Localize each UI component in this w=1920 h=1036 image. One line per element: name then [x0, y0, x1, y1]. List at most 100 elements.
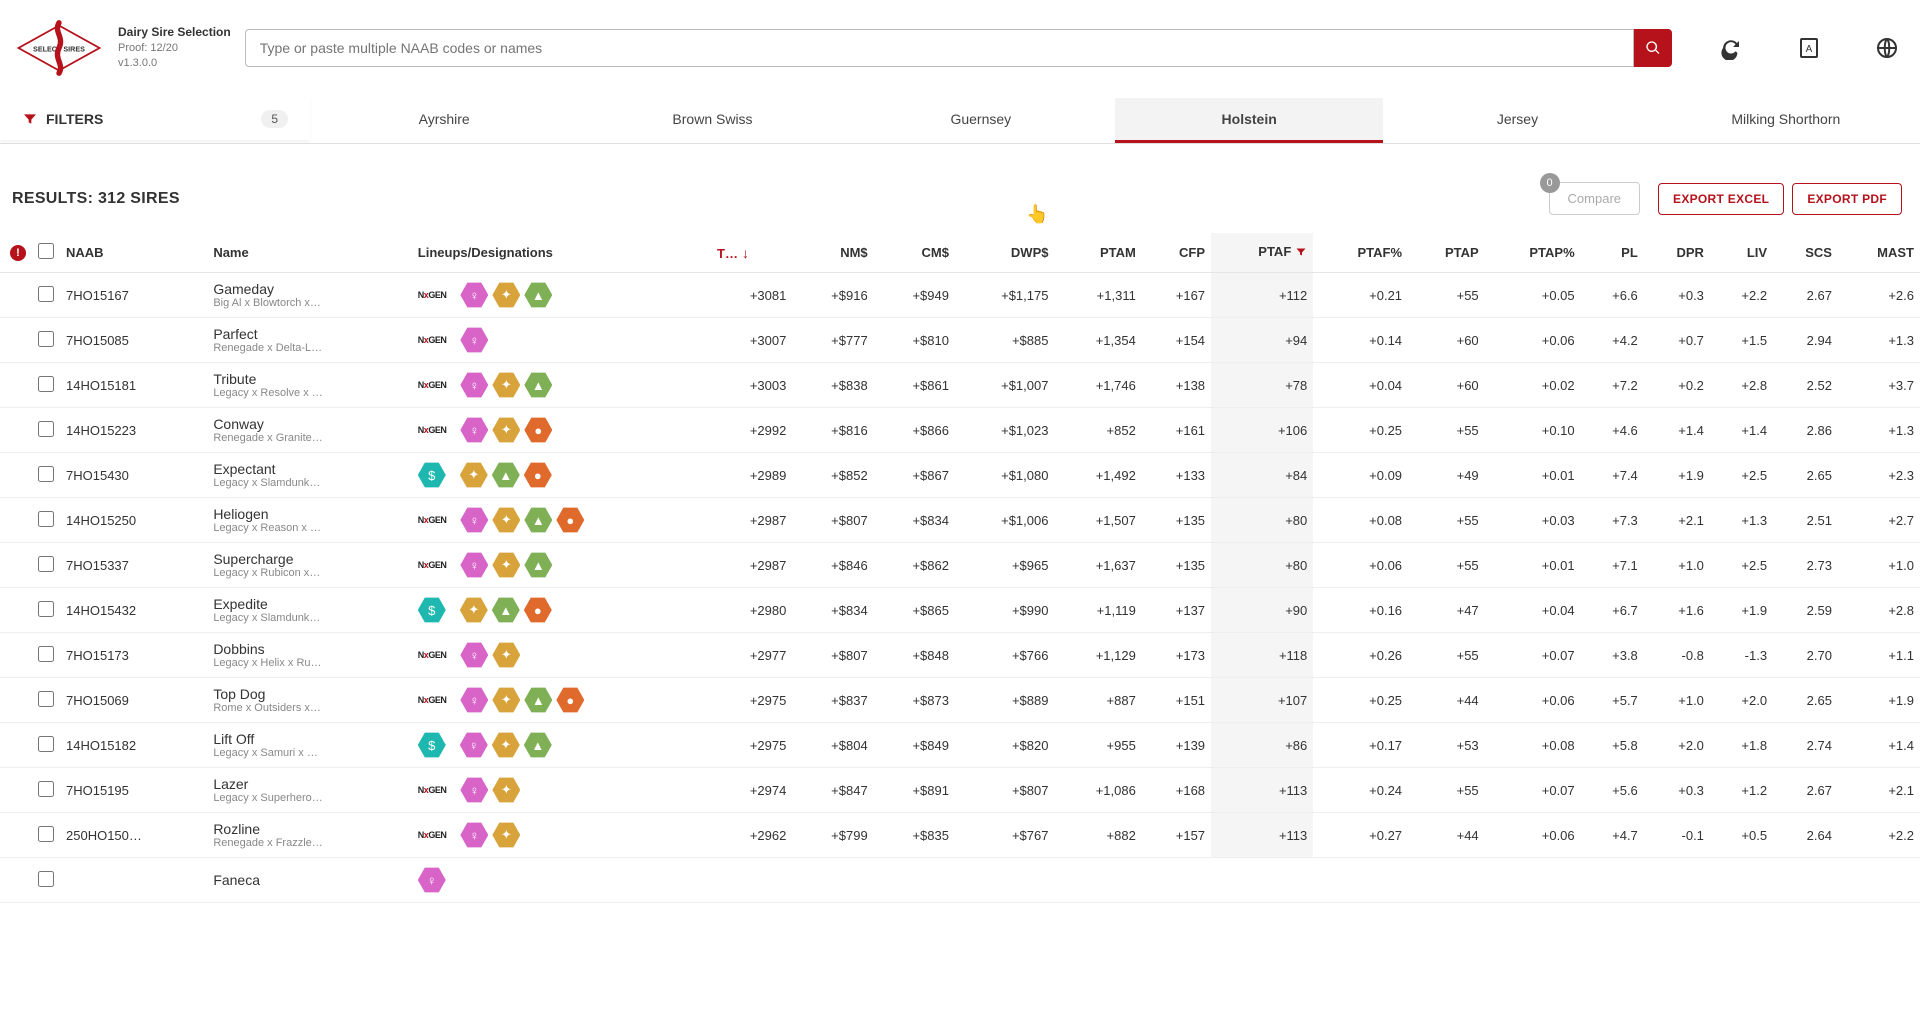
table-row[interactable]: 7HO15195LazerLegacy x Superhero …NxGEN♀✦… [0, 768, 1920, 813]
column-header-pl[interactable]: PL [1581, 233, 1644, 273]
breed-tab-milking-shorthorn[interactable]: Milking Shorthorn [1652, 98, 1920, 143]
column-header-cfp[interactable]: CFP [1142, 233, 1211, 273]
table-row[interactable]: 14HO15182Lift OffLegacy x Samuri x S…$♀✦… [0, 723, 1920, 768]
cell-sire-name: Expectant [213, 461, 275, 477]
cell-dwp: +$767 [955, 813, 1054, 858]
column-header-ptam[interactable]: PTAM [1054, 233, 1141, 273]
row-select-checkbox[interactable] [38, 421, 54, 437]
column-header-name[interactable]: Name [207, 233, 411, 273]
export-excel-button[interactable]: EXPORT EXCEL [1658, 183, 1784, 215]
table-row[interactable]: 7HO15173DobbinsLegacy x Helix x Rub…NxGE… [0, 633, 1920, 678]
row-select-checkbox[interactable] [38, 466, 54, 482]
column-header-ptafp[interactable]: PTAF% [1313, 233, 1408, 273]
column-header-nm[interactable]: NM$ [792, 233, 873, 273]
compare-button[interactable]: 0 Compare [1549, 182, 1640, 215]
designation-orange-icon: ● [556, 506, 584, 534]
select-all-checkbox[interactable] [38, 243, 54, 259]
column-header-dwp[interactable]: DWP$ [955, 233, 1054, 273]
cell-ptapp: +0.06 [1485, 678, 1581, 723]
cell-pl: +4.2 [1581, 318, 1644, 363]
breed-tab-jersey[interactable]: Jersey [1383, 98, 1651, 143]
export-pdf-button[interactable]: EXPORT PDF [1792, 183, 1902, 215]
column-header-dpr[interactable]: DPR [1644, 233, 1710, 273]
cell-dwp: +$1,006 [955, 498, 1054, 543]
table-row[interactable]: 7HO15069Top DogRome x Outsiders x …NxGEN… [0, 678, 1920, 723]
row-select-checkbox[interactable] [38, 331, 54, 347]
column-header-liv[interactable]: LIV [1710, 233, 1773, 273]
row-select-checkbox[interactable] [38, 646, 54, 662]
cell-pl: +7.4 [1581, 453, 1644, 498]
cell-ptapp: +0.04 [1485, 588, 1581, 633]
column-header-ptapp[interactable]: PTAP% [1485, 233, 1581, 273]
search-input[interactable] [245, 29, 1634, 67]
table-row[interactable]: 14HO15432ExpediteLegacy x Slamdunk …$✦▲●… [0, 588, 1920, 633]
cell-mast: +2.8 [1838, 588, 1920, 633]
row-select-checkbox[interactable] [38, 556, 54, 572]
cell-mast: +1.4 [1838, 723, 1920, 768]
cell-dpr: +0.3 [1644, 273, 1710, 318]
cell-sire-name: Tribute [213, 371, 256, 387]
table-row[interactable]: 14HO15181TributeLegacy x Resolve x J…NxG… [0, 363, 1920, 408]
cell-pl: +5.6 [1581, 768, 1644, 813]
column-header-cm[interactable]: CM$ [874, 233, 955, 273]
breed-tab-brown-swiss[interactable]: Brown Swiss [578, 98, 846, 143]
cell-ptafp: +0.24 [1313, 768, 1408, 813]
column-header-scs[interactable]: SCS [1773, 233, 1838, 273]
table-row[interactable]: 250HO150…RozlineRenegade x Frazzled…NxGE… [0, 813, 1920, 858]
brand-logo: SELECT SIRES [14, 18, 104, 78]
column-header-mast[interactable]: MAST [1838, 233, 1920, 273]
filters-tab[interactable]: FILTERS 5 [0, 98, 310, 140]
cell-ptam: +955 [1054, 723, 1141, 768]
row-select-checkbox[interactable] [38, 736, 54, 752]
nxgen-logo-icon: NxGEN [418, 290, 447, 300]
designation-pink-icon: ♀ [460, 416, 488, 444]
search-button[interactable] [1634, 29, 1672, 67]
refresh-button[interactable] [1712, 29, 1750, 67]
cell-tpi: +3003 [711, 363, 792, 408]
breed-tab-ayrshire[interactable]: Ayrshire [310, 98, 578, 143]
row-select-checkbox[interactable] [38, 511, 54, 527]
table-row[interactable]: Faneca♀ [0, 858, 1920, 903]
cell-ptafp: +0.14 [1313, 318, 1408, 363]
table-row[interactable]: 7HO15085ParfectRenegade x Delta-La…NxGEN… [0, 318, 1920, 363]
column-filter-icon[interactable] [1295, 246, 1307, 261]
table-row[interactable]: 7HO15430ExpectantLegacy x Slamdunk …$✦▲●… [0, 453, 1920, 498]
column-header-naab[interactable]: NAAB [60, 233, 207, 273]
cell-liv: +1.4 [1710, 408, 1773, 453]
cell-ptapp: +0.08 [1485, 723, 1581, 768]
designation-pink-icon: ♀ [460, 731, 488, 759]
row-select-checkbox[interactable] [38, 826, 54, 842]
table-row[interactable]: 7HO15337SuperchargeLegacy x Rubicon x …N… [0, 543, 1920, 588]
breed-tab-holstein[interactable]: Holstein [1115, 98, 1383, 143]
column-header-tpi[interactable]: T…↓ [711, 233, 792, 273]
format-button[interactable]: A [1790, 29, 1828, 67]
row-select-checkbox[interactable] [38, 286, 54, 302]
cell-tpi: +2980 [711, 588, 792, 633]
cell-dpr: +1.0 [1644, 678, 1710, 723]
row-select-checkbox[interactable] [38, 376, 54, 392]
designation-pink-icon: ♀ [460, 506, 488, 534]
breed-tab-guernsey[interactable]: Guernsey [847, 98, 1115, 143]
cell-scs: 2.64 [1773, 813, 1838, 858]
cell-naab: 7HO15069 [60, 678, 207, 723]
column-header-ptaf[interactable]: PTAF [1211, 233, 1313, 273]
table-row[interactable]: 14HO15250HeliogenLegacy x Reason x R…NxG… [0, 498, 1920, 543]
language-button[interactable] [1868, 29, 1906, 67]
row-select-checkbox[interactable] [38, 601, 54, 617]
row-select-checkbox[interactable] [38, 871, 54, 887]
table-row[interactable]: 7HO15167GamedayBig Al x Blowtorch x …NxG… [0, 273, 1920, 318]
row-select-checkbox[interactable] [38, 691, 54, 707]
cell-ptapp: +0.06 [1485, 318, 1581, 363]
cell-cfp: +173 [1142, 633, 1211, 678]
column-header-lineups[interactable]: Lineups/Designations [412, 233, 711, 273]
column-header-ptap[interactable]: PTAP [1408, 233, 1485, 273]
table-row[interactable]: 14HO15223ConwayRenegade x Granite …NxGEN… [0, 408, 1920, 453]
designation-teal-icon: $ [418, 461, 446, 489]
cell-cm: +$891 [874, 768, 955, 813]
nxgen-logo-icon: NxGEN [418, 830, 447, 840]
designation-pink-icon: ♀ [460, 641, 488, 669]
cell-tpi: +3081 [711, 273, 792, 318]
cell-mast: +2.1 [1838, 768, 1920, 813]
row-select-checkbox[interactable] [38, 781, 54, 797]
cell-cm: +$848 [874, 633, 955, 678]
